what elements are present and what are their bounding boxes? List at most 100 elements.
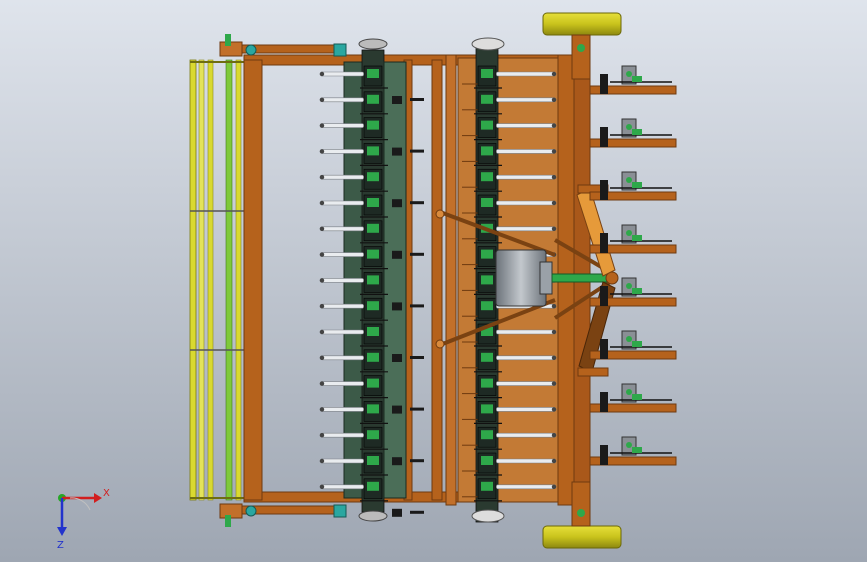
- front-tine: [319, 458, 365, 464]
- rear-tine-tip: [551, 123, 557, 128]
- front-module-light: [367, 223, 379, 233]
- rear-tine-tip: [551, 329, 557, 335]
- front-clip-bar: [410, 356, 424, 359]
- front-clip: [392, 199, 402, 208]
- seed-flow-indicator: [632, 341, 642, 347]
- front-rotor-top-cap: [358, 38, 388, 50]
- gearbox-flange: [539, 261, 553, 295]
- front-tine: [319, 432, 365, 438]
- front-module-light: [367, 352, 379, 362]
- hitch-bolt-lower: [435, 339, 445, 349]
- seed-flow-indicator: [632, 447, 642, 453]
- front-tine-tip: [319, 381, 325, 386]
- front-tine: [319, 200, 365, 206]
- seed-arm-bracket: [600, 392, 608, 412]
- rear-tine-tip: [551, 355, 557, 360]
- rear-module-light: [481, 301, 493, 311]
- front-module-light: [367, 327, 379, 336]
- front-tine: [319, 484, 365, 490]
- rear-module-light: [481, 249, 493, 259]
- front-module-light: [367, 430, 379, 440]
- rear-tine: [495, 149, 557, 154]
- front-tine-tip: [319, 226, 325, 231]
- frame-mid-member: [431, 59, 443, 501]
- roller-tube-3: [225, 59, 233, 501]
- rear-module-light: [481, 352, 493, 362]
- rear-tine-tip: [551, 304, 557, 309]
- front-module-light: [367, 404, 379, 414]
- rear-tine: [495, 71, 557, 77]
- rear-tine: [495, 226, 557, 232]
- seed-metering-knob: [626, 177, 632, 183]
- front-tine-tip: [319, 97, 325, 103]
- front-tine: [319, 123, 365, 128]
- rear-tine-tip: [551, 433, 557, 438]
- bottom-teal-bearing: [333, 504, 347, 518]
- front-tine-tip: [319, 175, 325, 180]
- roller-tube-4: [235, 59, 242, 501]
- front-clip-bar: [410, 252, 424, 256]
- front-clip: [392, 457, 402, 466]
- cad-viewport[interactable]: X Z: [0, 0, 867, 562]
- rear-rotor-bottom-cap: [471, 509, 505, 523]
- frame-left-member: [243, 59, 263, 501]
- front-clip: [392, 96, 402, 104]
- front-clip: [392, 250, 402, 259]
- lower-link-pin-2: [577, 367, 609, 377]
- bottom-green-pin: [225, 515, 231, 527]
- rear-tine-tip: [551, 458, 557, 464]
- rear-tine-tip: [551, 71, 557, 77]
- rear-tine-tip: [551, 226, 557, 231]
- wheel-top: [542, 12, 622, 36]
- front-tine: [319, 381, 365, 386]
- front-tine-tip: [319, 149, 325, 154]
- wheel-top-axle: [571, 34, 591, 80]
- rear-module-light: [481, 456, 493, 465]
- front-tine-tip: [319, 329, 325, 335]
- pto-shaft: [551, 273, 611, 283]
- rear-tine-tip: [551, 97, 557, 103]
- front-tine: [319, 329, 365, 335]
- front-module-light: [367, 198, 379, 207]
- front-tine: [319, 407, 365, 412]
- seed-arm-bracket: [600, 445, 608, 465]
- roller-tube-1: [198, 59, 205, 501]
- rear-tine: [495, 484, 557, 490]
- front-module-light: [367, 249, 379, 259]
- rear-tine-tip: [551, 149, 557, 154]
- front-tine: [319, 149, 365, 154]
- frame-mid-member-2: [445, 54, 457, 506]
- front-module-light: [367, 69, 379, 78]
- rear-module-light: [481, 146, 493, 156]
- front-module-light: [367, 275, 379, 285]
- seed-metering-knob: [626, 336, 632, 342]
- front-module-light: [367, 120, 379, 130]
- rear-tine: [495, 432, 557, 438]
- front-module-light: [367, 481, 379, 491]
- front-clip: [392, 147, 402, 156]
- rear-tine-tip: [551, 381, 557, 386]
- front-tine: [319, 97, 365, 103]
- roller-tube-2: [207, 59, 214, 501]
- roller-frame-left: [189, 59, 197, 501]
- front-clip-bar: [410, 510, 424, 514]
- seed-arm-bracket: [600, 74, 608, 94]
- rear-tine: [495, 123, 557, 128]
- front-tine: [319, 303, 365, 309]
- front-tine-tip: [319, 200, 325, 206]
- rear-module-light: [481, 404, 493, 414]
- seed-arm-bracket: [600, 233, 608, 253]
- seed-metering-knob: [626, 283, 632, 289]
- front-clip: [392, 405, 402, 414]
- top-teal-bearing: [333, 43, 347, 57]
- seed-flow-indicator: [632, 182, 642, 188]
- wheel-top-hub: [577, 44, 585, 52]
- hitch-bolt-upper: [435, 209, 445, 219]
- rear-tine: [495, 329, 557, 335]
- top-green-pin: [225, 34, 231, 46]
- front-module-light: [367, 378, 379, 388]
- front-module-light: [367, 301, 379, 311]
- rear-tine-tip: [551, 407, 557, 412]
- seed-flow-indicator: [632, 129, 642, 135]
- front-tine: [319, 355, 365, 361]
